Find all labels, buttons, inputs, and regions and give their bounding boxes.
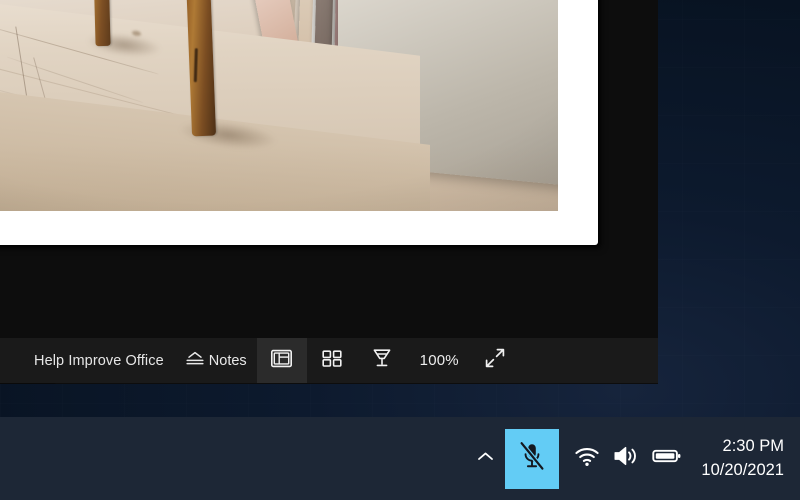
- window-corner-wedge: [0, 383, 56, 384]
- slide[interactable]: [0, 0, 598, 245]
- reading-view-button[interactable]: [357, 338, 407, 383]
- zoom-level-label[interactable]: 100%: [407, 338, 472, 383]
- taskbar-clock[interactable]: 2:30 PM 10/20/2021: [687, 417, 800, 500]
- notes-label: Notes: [208, 352, 247, 369]
- status-bar: Help Improve Office Notes 100%: [0, 338, 658, 383]
- slide-sorter-view-button[interactable]: [307, 338, 357, 383]
- wifi-button[interactable]: [567, 417, 607, 500]
- clock-time: 2:30 PM: [722, 437, 784, 456]
- battery-button[interactable]: [647, 417, 687, 500]
- volume-button[interactable]: [607, 417, 647, 500]
- battery-icon: [652, 447, 682, 470]
- clock-date: 10/20/2021: [701, 460, 784, 479]
- slide-canvas-area[interactable]: [0, 0, 658, 338]
- slide-photo[interactable]: [0, 0, 558, 211]
- normal-view-button[interactable]: [256, 338, 307, 383]
- screen: Help Improve Office Notes 100% 2:30 PM 1…: [0, 0, 800, 500]
- powerpoint-window: Help Improve Office Notes 100%: [0, 0, 658, 384]
- reading-view-icon: [371, 347, 393, 374]
- taskbar: 2:30 PM 10/20/2021: [0, 417, 800, 500]
- show-hidden-icons-button[interactable]: [465, 417, 505, 500]
- fit-slide-to-window-button[interactable]: [472, 338, 518, 383]
- fit-to-window-icon: [484, 347, 506, 374]
- photo-vignette: [0, 0, 558, 211]
- notes-button[interactable]: Notes: [180, 338, 257, 383]
- system-tray: 2:30 PM 10/20/2021: [465, 417, 800, 500]
- chevron-up-icon: [476, 450, 495, 468]
- microphone-muted-button[interactable]: [505, 428, 560, 489]
- notes-icon: [184, 350, 206, 372]
- help-improve-office-button[interactable]: Help Improve Office: [30, 338, 180, 383]
- slide-sorter-icon: [321, 348, 343, 374]
- wifi-icon: [574, 445, 600, 472]
- volume-icon: [613, 445, 641, 472]
- normal-view-icon: [270, 348, 293, 374]
- microphone-muted-icon: [517, 440, 547, 477]
